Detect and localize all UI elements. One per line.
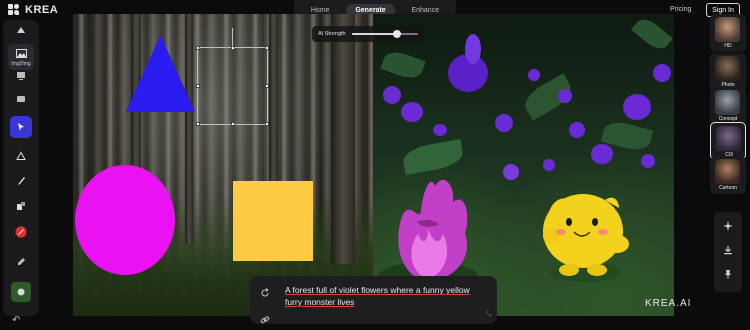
watermark: KREA.AI (645, 298, 692, 309)
color-picker[interactable] (8, 226, 34, 238)
prompt-input[interactable]: A forest full of violet flowers where a … (285, 284, 485, 308)
ai-strength-panel: AI Strength (312, 26, 424, 42)
prompt-icons (260, 285, 270, 330)
upload-icon (15, 24, 27, 36)
link-icon[interactable] (260, 312, 270, 330)
brush-icon (15, 175, 27, 187)
generated-image (373, 14, 674, 316)
image-icon (15, 47, 27, 59)
ai-strength-label: AI Strength (318, 31, 346, 37)
dropper-icon (15, 256, 27, 268)
reset-icon[interactable] (260, 285, 270, 303)
resize-grip-icon[interactable]: ⤡ (486, 312, 491, 319)
style-label: HD (724, 43, 732, 49)
resize-handle[interactable] (231, 122, 235, 126)
style-thumbnail (715, 159, 740, 184)
style-cartoon[interactable]: Cartoon (710, 156, 746, 194)
upload-tool[interactable] (8, 24, 34, 36)
resize-handle[interactable] (265, 122, 269, 126)
left-toolbar: Img2Img (3, 20, 39, 316)
slider-knob[interactable] (392, 30, 401, 38)
color-circle-icon (15, 226, 27, 238)
selection-box[interactable] (196, 46, 269, 126)
camera-icon (15, 93, 27, 105)
style-thumbnail (716, 126, 741, 151)
right-tools (714, 212, 742, 292)
app-name: KREA (25, 4, 59, 16)
ai-strength-slider[interactable] (351, 30, 418, 38)
img2img-label: Img2Img (11, 61, 31, 67)
resize-handle[interactable] (196, 122, 200, 126)
resize-handle[interactable] (196, 84, 200, 88)
style-thumbnail (715, 17, 740, 42)
screen-icon (15, 70, 27, 82)
select-tool[interactable] (10, 116, 32, 138)
resize-handle[interactable] (231, 46, 235, 50)
shapes-tool[interactable] (8, 200, 34, 212)
canvas-thumbnail[interactable] (11, 282, 31, 302)
cursor-icon (15, 121, 27, 133)
img2img-tool[interactable]: Img2Img (8, 44, 34, 70)
krea-logo-icon (8, 4, 20, 16)
brush-tool[interactable] (8, 175, 34, 187)
pricing-link[interactable]: Pricing (670, 6, 691, 13)
shapes-icon (15, 200, 27, 212)
undo-icon: ↶ (12, 315, 21, 326)
style-thumbnail (715, 56, 740, 81)
canvas-area[interactable] (73, 14, 674, 316)
dropper-tool[interactable] (8, 256, 34, 268)
resize-handle[interactable] (265, 46, 269, 50)
resize-handle[interactable] (196, 46, 200, 50)
sparkle-icon[interactable] (722, 220, 734, 232)
style-photo[interactable]: Photo (710, 53, 746, 91)
logo[interactable]: KREA (8, 4, 58, 16)
screen-tool[interactable] (8, 70, 34, 82)
rotation-handle-line (232, 28, 233, 47)
shape-circle[interactable] (75, 165, 175, 275)
slider-fill (351, 33, 397, 35)
pin-icon[interactable] (722, 268, 734, 280)
download-icon[interactable] (722, 244, 734, 256)
style-thumbnail (715, 90, 740, 115)
style-label: Cartoon (719, 185, 737, 191)
triangle-icon (15, 150, 27, 162)
shape-triangle[interactable] (126, 35, 195, 112)
undo-button[interactable]: ↶ (12, 315, 20, 326)
camera-tool[interactable] (8, 93, 34, 105)
shape-square[interactable] (233, 181, 313, 261)
style-c0l[interactable]: C0l (710, 122, 746, 160)
resize-handle[interactable] (265, 84, 269, 88)
prompt-box[interactable]: A forest full of violet flowers where a … (250, 276, 497, 324)
style-concept[interactable]: Concept (710, 87, 746, 125)
style-hd[interactable]: HD (710, 14, 746, 52)
triangle-tool[interactable] (8, 150, 34, 162)
thumbnail-icon (15, 286, 27, 298)
